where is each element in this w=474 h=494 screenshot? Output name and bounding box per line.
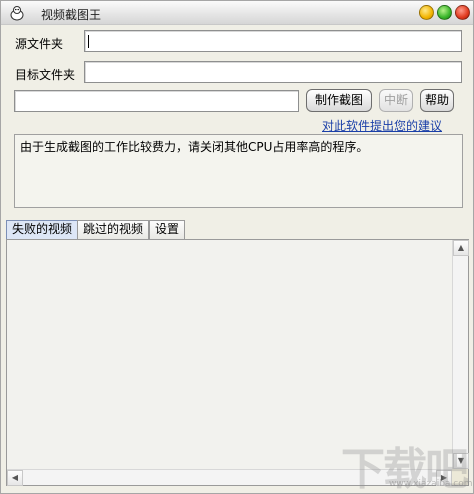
maximize-button[interactable] xyxy=(437,5,452,20)
progress-field xyxy=(14,90,299,112)
info-message-text: 由于生成截图的工作比较费力，请关闭其他CPU占用率高的程序。 xyxy=(20,140,369,154)
help-button[interactable]: 帮助 xyxy=(420,89,454,112)
stop-button[interactable]: 中断 xyxy=(379,89,413,112)
scroll-left-icon[interactable]: ◀ xyxy=(7,470,23,486)
text-caret xyxy=(88,35,89,48)
scroll-up-icon[interactable]: ▲ xyxy=(453,240,469,256)
target-folder-label: 目标文件夹 xyxy=(15,68,76,82)
source-folder-label: 源文件夹 xyxy=(15,37,64,51)
app-logo-icon xyxy=(10,6,24,21)
info-message-box: 由于生成截图的工作比较费力，请关闭其他CPU占用率高的程序。 xyxy=(14,134,463,208)
watermark-url: www.xiazaiba.com xyxy=(389,479,473,489)
title-bar[interactable]: 视频截图王 xyxy=(1,1,473,25)
feedback-link[interactable]: 对此软件提出您的建议 xyxy=(322,117,442,134)
minimize-button[interactable] xyxy=(419,5,434,20)
target-folder-input[interactable] xyxy=(84,61,462,83)
tab-failed-videos[interactable]: 失败的视频 xyxy=(6,220,79,239)
app-window: 视频截图王 源文件夹 目标文件夹 制作截图 中断 帮助 对此软件提出您的建议 由… xyxy=(0,0,474,494)
window-title: 视频截图王 xyxy=(41,8,102,22)
tab-settings[interactable]: 设置 xyxy=(149,220,186,239)
tab-skipped-videos[interactable]: 跳过的视频 xyxy=(77,220,150,239)
source-folder-input[interactable] xyxy=(84,30,462,52)
close-button[interactable] xyxy=(455,5,470,20)
make-screenshot-button[interactable]: 制作截图 xyxy=(306,89,372,112)
